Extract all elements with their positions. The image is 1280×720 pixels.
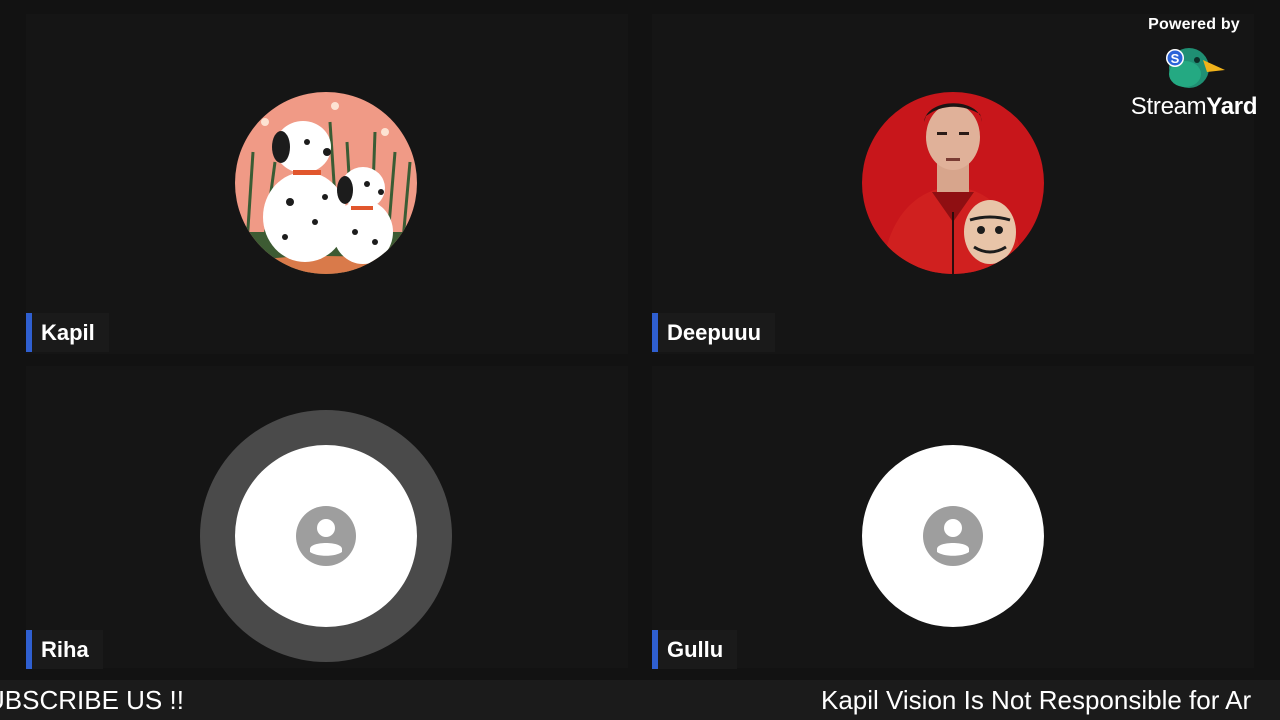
scrolling-ticker: UBSCRIBE US !! Kapil Vision Is Not Respo… xyxy=(0,680,1280,720)
participant-name-tag: Riha xyxy=(26,630,103,669)
streamyard-duck-logo-icon: S xyxy=(1166,48,1225,88)
participant-name-tag: Gullu xyxy=(652,630,738,669)
avatar xyxy=(862,445,1044,627)
streamyard-branding: Powered by S StreamYard xyxy=(1124,16,1264,121)
participant-name-tag: Deepuuu xyxy=(652,313,776,352)
participant-tile-kapil[interactable]: Kapil xyxy=(26,14,628,354)
ticker-text-right: Kapil Vision Is Not Responsible for Ar xyxy=(821,685,1252,715)
money-heist-avatar xyxy=(862,92,1044,274)
ticker-text-left: UBSCRIBE US !! xyxy=(0,685,184,715)
avatar xyxy=(235,445,417,627)
svg-text:S: S xyxy=(1171,51,1180,66)
avatar xyxy=(862,92,1044,274)
default-user-icon xyxy=(296,506,356,566)
participant-tile-riha[interactable]: Riha xyxy=(26,366,628,669)
streamyard-wordmark: StreamYard xyxy=(1130,93,1258,120)
stream-stage: Kapil Deepuuu Riha Gullu Powered by S St… xyxy=(0,0,1280,720)
participant-name-tag: Kapil xyxy=(26,313,109,352)
dalmatian-puppies-avatar xyxy=(235,92,417,274)
avatar xyxy=(235,92,417,274)
powered-by-label: Powered by xyxy=(1148,16,1240,33)
participant-tile-gullu[interactable]: Gullu xyxy=(652,366,1254,669)
default-user-icon xyxy=(923,506,983,566)
